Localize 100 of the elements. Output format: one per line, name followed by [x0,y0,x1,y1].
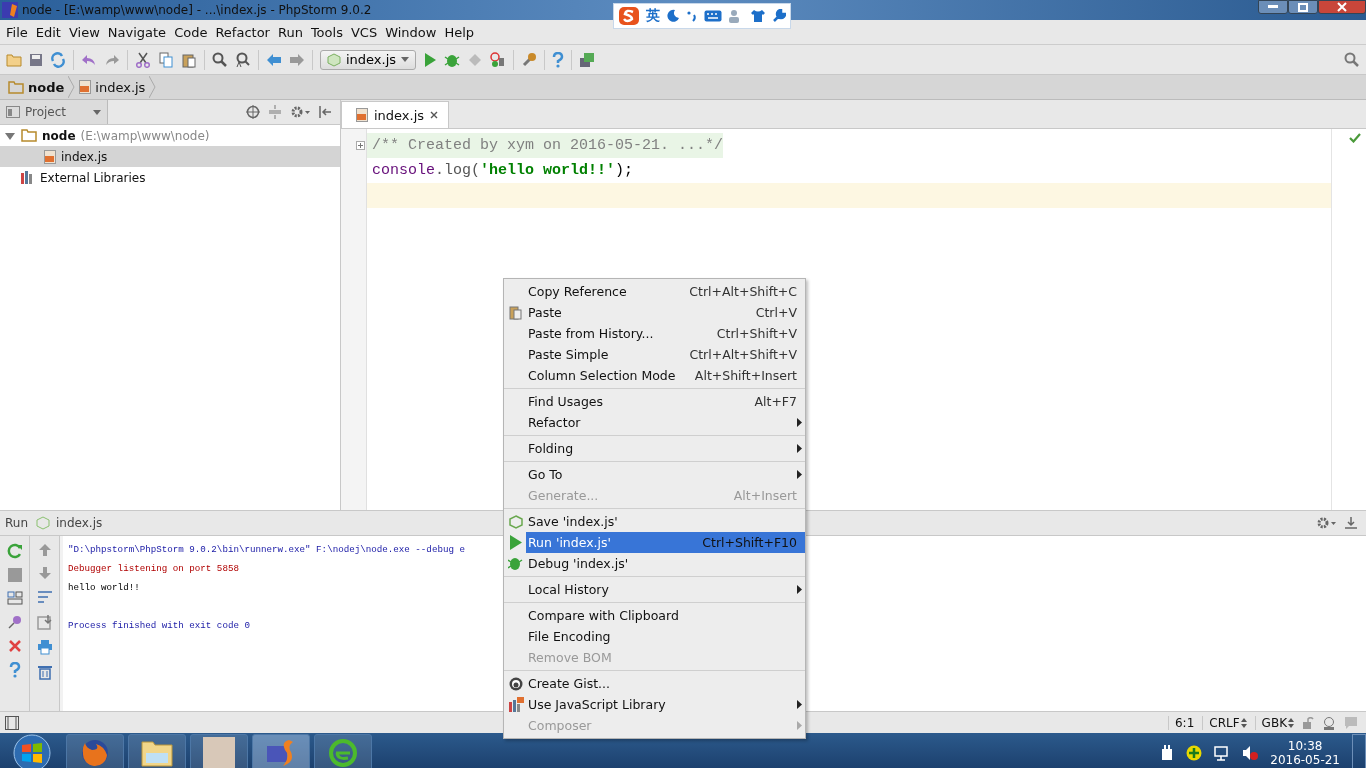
line-separator-selector[interactable]: CRLF [1202,715,1247,730]
rerun-icon[interactable] [6,543,23,559]
encoding-selector[interactable]: GBK [1254,715,1294,730]
redo-icon[interactable] [104,52,120,67]
run-configuration-dropdown[interactable]: index.js [320,49,417,70]
fold-marker-icon[interactable] [356,141,365,150]
replace-icon[interactable] [235,51,251,68]
menu-item[interactable]: Copy Reference Ctrl+Alt+Shift+C [504,281,805,302]
close-icon[interactable] [430,111,439,119]
menu-item[interactable]: Refactor [211,24,274,40]
pin-icon[interactable] [6,614,23,630]
file-icon [79,80,92,94]
save-icon[interactable] [29,52,43,67]
print-icon[interactable] [36,639,53,655]
taskbar-button[interactable] [66,734,124,768]
menu-item[interactable]: File Encoding [504,626,805,647]
show-desktop-button[interactable] [1352,734,1366,768]
console-line: Process finished with exit code 0 [68,619,250,633]
menu-item[interactable]: Go To [504,464,805,485]
menu-item[interactable]: Folding [504,438,805,459]
copy-icon[interactable] [158,51,174,68]
menu-item[interactable]: File [2,24,32,40]
help-icon[interactable] [552,51,565,68]
breadcrumb-item[interactable]: index.js [79,79,146,95]
menu-item[interactable]: Compare with Clipboard [504,605,805,626]
scroll-to-end-icon[interactable] [36,614,53,630]
menu-item[interactable]: VCS [346,24,382,40]
expanded-arrow-icon[interactable] [4,130,16,141]
forward-arrow-icon[interactable] [289,52,305,67]
menu-item[interactable]: Use JavaScript Library [504,694,805,715]
soft-wrap-icon[interactable] [36,589,53,605]
paste-icon [509,305,523,320]
folder-icon [21,129,37,142]
keyboard-icon[interactable] [704,10,722,22]
lock-icon[interactable] [1302,716,1314,729]
project-view-dropdown[interactable]: Project [0,100,108,124]
hide-panel-icon[interactable] [318,105,332,119]
tree-item[interactable]: node (E:\wamp\www\node) [0,125,340,146]
power-plug-icon[interactable] [1160,745,1175,761]
ime-mode-label[interactable]: 英 [646,7,660,25]
back-arrow-icon[interactable] [266,52,282,67]
menu-item[interactable]: Edit [31,24,65,40]
menu-item[interactable]: Run [273,24,307,40]
locate-icon[interactable] [246,105,260,119]
clock-date[interactable]: 2016-05-21 [1270,753,1340,767]
menu-item[interactable]: Column Selection Mode Alt+Shift+Insert [504,365,805,386]
menu-item[interactable]: Find Usages Alt+F7 [504,391,805,412]
menu-item[interactable]: Local History [504,579,805,600]
clock-time[interactable]: 10:38 [1287,739,1323,753]
moon-icon[interactable] [666,9,680,23]
taskbar-button[interactable] [190,734,248,768]
speaker-icon[interactable] [1242,745,1259,761]
editor-tab[interactable]: index.js [341,101,450,128]
wrench-icon[interactable] [772,9,786,23]
network-icon[interactable] [1214,745,1231,761]
taskbar-button[interactable] [128,734,186,768]
menu-item[interactable]: Navigate [103,24,171,40]
stop-icon[interactable] [7,568,22,582]
menu-item[interactable]: Paste Simple Ctrl+Alt+Shift+V [504,344,805,365]
menu-item[interactable]: Save 'index.js' [504,511,805,532]
punctuation-icon[interactable] [686,9,698,23]
hide-panel-icon[interactable] [1344,516,1358,530]
maximize-button[interactable] [1288,0,1318,14]
close-button[interactable] [1318,0,1366,14]
menu-item[interactable]: Create Gist... [504,673,805,694]
run-tab[interactable]: index.js [36,516,103,530]
taskbar-button[interactable] [314,734,372,768]
shirt-icon[interactable] [750,9,766,23]
up-arrow-icon[interactable] [37,543,52,557]
run-icon[interactable] [423,51,438,68]
breadcrumb-item[interactable]: node [8,79,65,95]
nodejs-icon [327,52,341,67]
menu-item[interactable]: Help [440,24,479,40]
search-icon[interactable] [212,51,228,68]
taskbar-button[interactable] [252,734,310,768]
help-icon[interactable] [8,662,21,678]
folder-icon[interactable] [6,52,22,67]
menu-item[interactable]: Tools [306,24,347,40]
close-icon[interactable] [7,639,22,653]
paste-icon[interactable] [181,51,197,68]
cursor-position[interactable]: 6:1 [1167,715,1195,730]
menu-item[interactable]: Refactor [504,412,805,433]
minimize-button[interactable] [1258,0,1288,14]
menu-item[interactable]: View [64,24,104,40]
scissors-icon[interactable] [135,51,151,68]
tree-item[interactable]: External Libraries [0,167,340,188]
menu-item[interactable]: Debug 'index.js' [504,553,805,574]
menu-item[interactable]: Window [381,24,441,40]
tree-item[interactable]: index.js [0,146,340,167]
menu-item[interactable]: Paste Ctrl+V [504,302,805,323]
search-icon[interactable] [1344,51,1360,68]
panel-toggle-icon[interactable] [5,715,19,730]
down-arrow-icon[interactable] [37,566,52,580]
trash-icon[interactable] [37,664,52,680]
layout-icon[interactable] [6,591,23,605]
sync-icon[interactable] [50,51,66,68]
menu-item[interactable]: Code [170,24,212,40]
plus-circle-icon[interactable] [1186,745,1203,761]
start-button[interactable] [10,733,54,768]
menu-item[interactable]: Paste from History... Ctrl+Shift+V [504,323,805,344]
